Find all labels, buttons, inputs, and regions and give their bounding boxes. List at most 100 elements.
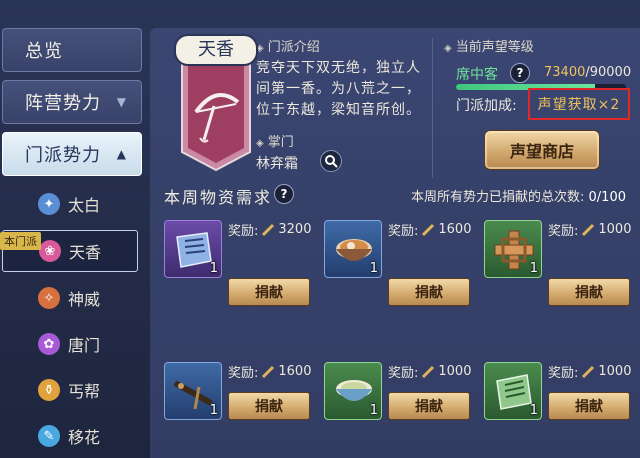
sect-name: 天香	[174, 34, 258, 66]
reward-prefix: 奖励:	[548, 366, 579, 381]
sect-label: 移花	[68, 428, 101, 447]
intro-heading-label: 门派介绍	[267, 40, 320, 55]
section-divider	[432, 38, 433, 178]
diamond-bullet-icon: ◈	[256, 138, 264, 149]
reputation-heading-label: 当前声望等级	[455, 40, 534, 55]
gaibang-icon: ⚱	[38, 379, 60, 401]
reward-label: 奖励: 1600	[228, 362, 311, 381]
reputation-help-icon[interactable]: ?	[510, 63, 530, 83]
sect-banner: 天香	[164, 34, 258, 174]
leader-search-button[interactable]	[320, 150, 342, 172]
green-scroll-item[interactable]: 1	[484, 362, 542, 420]
crossbow-item[interactable]: 1	[164, 362, 222, 420]
reward-amount: 1000	[438, 364, 472, 379]
reward-scroll-icon	[582, 365, 595, 378]
item-quantity: 1	[209, 261, 218, 276]
reputation-title: 席中客	[456, 67, 498, 83]
reward-label: 奖励: 1600	[388, 220, 471, 239]
reward-scroll-icon	[262, 223, 275, 236]
taibai-icon: ✦	[38, 193, 60, 215]
donate-button[interactable]: 捐献	[388, 278, 470, 306]
sect-label: 唐门	[68, 336, 101, 355]
leader-heading-label: 掌门	[267, 135, 294, 150]
leader-heading: ◈ 掌门	[256, 131, 294, 150]
intro-heading: ◈ 门派介绍	[256, 36, 320, 55]
tab-overview[interactable]: 总览	[2, 28, 142, 72]
reward-label: 奖励: 1000	[548, 362, 631, 381]
leader-name: 林弃霜	[256, 156, 298, 172]
donate-button[interactable]: 捐献	[388, 392, 470, 420]
reward-amount: 1000	[598, 364, 632, 379]
reward-prefix: 奖励:	[228, 224, 259, 239]
donate-button[interactable]: 捐献	[548, 278, 630, 306]
reputation-heading: ◈ 当前声望等级	[444, 36, 534, 55]
yihua-icon: ✎	[38, 425, 60, 447]
chevron-down-icon: ▼	[116, 95, 127, 109]
reputation-shop-button[interactable]: 声望商店	[484, 130, 600, 170]
soup-bowl-item[interactable]: 1	[324, 362, 382, 420]
reward-prefix: 奖励:	[388, 366, 419, 381]
chevron-up-icon: ▲	[116, 147, 127, 161]
item-quantity: 1	[209, 403, 218, 418]
sect-label: 神威	[68, 290, 101, 309]
reward-amount: 1600	[278, 364, 312, 379]
search-icon	[325, 155, 338, 168]
reward-amount: 3200	[278, 222, 312, 237]
reward-prefix: 奖励:	[228, 366, 259, 381]
reward-scroll-icon	[262, 365, 275, 378]
shenwei-icon: ✧	[38, 287, 60, 309]
sect-detail-panel: 天香 ◈ 门派介绍 竞夺天下双无绝，独立人间第一香。为八荒之一，位于东越，梁知音所…	[150, 28, 640, 458]
sect-bonus-value: 声望获取×2	[528, 88, 630, 120]
reputation-value: 73400/90000	[544, 65, 631, 80]
tab-camp-forces[interactable]: 阵营势力 ▼	[2, 80, 142, 124]
item-quantity: 1	[529, 403, 538, 418]
item-quantity: 1	[529, 261, 538, 276]
reputation-max: /90000	[585, 65, 632, 80]
sect-item-gaibang[interactable]: ⚱ 丐帮	[14, 370, 138, 410]
sect-item-yihua[interactable]: ✎ 移花	[14, 416, 138, 456]
reward-scroll-icon	[422, 365, 435, 378]
sect-item-shenwei[interactable]: ✧ 神威	[14, 278, 138, 318]
reward-label: 奖励: 1000	[388, 362, 471, 381]
reward-label: 奖励: 1000	[548, 220, 631, 239]
item-quantity: 1	[369, 403, 378, 418]
diamond-bullet-icon: ◈	[444, 43, 452, 54]
donate-button[interactable]: 捐献	[228, 278, 310, 306]
reward-amount: 1000	[598, 222, 632, 237]
noodle-bowl-item[interactable]: 1	[324, 220, 382, 278]
wooden-puzzle-item[interactable]: 1	[484, 220, 542, 278]
reputation-current: 73400	[544, 65, 586, 80]
weekly-help-icon[interactable]: ?	[274, 184, 294, 204]
reward-amount: 1600	[438, 222, 472, 237]
weekly-total-count: 0/100	[588, 190, 626, 205]
donate-button[interactable]: 捐献	[548, 392, 630, 420]
sect-label: 太白	[68, 196, 101, 215]
tangmen-icon: ✿	[38, 333, 60, 355]
tab-sect-forces-label: 门派势力	[25, 145, 101, 166]
sect-intro-text: 竞夺天下双无绝，独立人间第一香。为八荒之一，位于东越，梁知音所创。	[256, 60, 421, 118]
purple-scroll-item[interactable]: 1	[164, 220, 222, 278]
umbrella-emblem-icon	[181, 60, 251, 172]
weekly-demand-heading: 本周物资需求	[164, 184, 272, 208]
sect-label: 天香	[69, 243, 102, 262]
sect-item-tangmen[interactable]: ✿ 唐门	[14, 324, 138, 364]
tab-camp-forces-label: 阵营势力	[25, 93, 101, 114]
reward-prefix: 奖励:	[548, 224, 579, 239]
reward-scroll-icon	[582, 223, 595, 236]
tab-overview-label: 总览	[25, 41, 63, 62]
reward-scroll-icon	[422, 223, 435, 236]
weekly-total: 本周所有势力已捐献的总次数: 0/100	[411, 186, 626, 205]
sect-item-taibai[interactable]: ✦ 太白	[14, 184, 138, 224]
sect-label: 丐帮	[68, 382, 101, 401]
reward-prefix: 奖励:	[388, 224, 419, 239]
own-sect-badge: 本门派	[0, 232, 41, 250]
tianxiang-icon: ❀	[39, 240, 61, 262]
sidebar: 总览 阵营势力 ▼ 门派势力 ▲ ✦ 太白 ❀ 天香 本门派 ✧ 神威 ✿ 唐门…	[0, 0, 150, 458]
tab-sect-forces[interactable]: 门派势力 ▲	[2, 132, 142, 176]
reward-label: 奖励: 3200	[228, 220, 311, 239]
sect-bonus-label: 门派加成:	[456, 98, 517, 114]
weekly-demand-label: 本周物资需求	[164, 188, 273, 207]
item-quantity: 1	[369, 261, 378, 276]
weekly-total-label: 本周所有势力已捐献的总次数:	[411, 190, 585, 205]
donate-button[interactable]: 捐献	[228, 392, 310, 420]
